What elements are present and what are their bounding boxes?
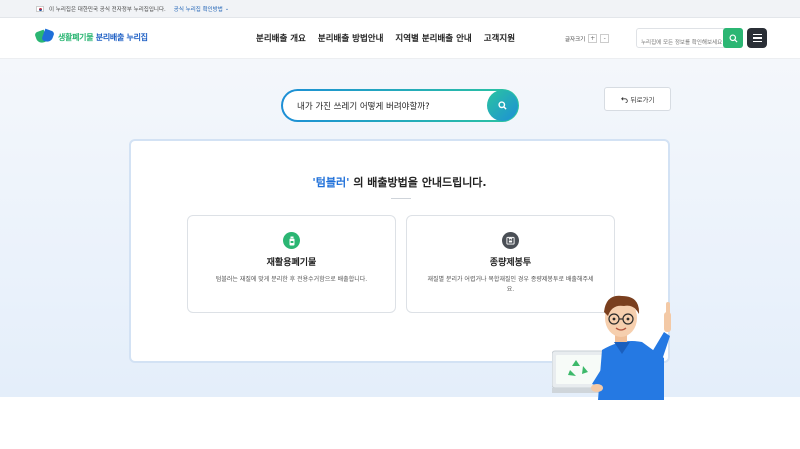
nav-item-method-guide[interactable]: 분리배출 방법안내	[318, 32, 384, 44]
font-size-label: 글자크기	[565, 36, 586, 43]
character-illustration	[552, 295, 671, 400]
back-arrow-icon	[620, 96, 628, 103]
font-size-control: 글자크기 + -	[565, 34, 610, 43]
back-button[interactable]: 뒤로가기	[604, 87, 671, 111]
method-title: 종량제봉투	[489, 258, 532, 268]
site-header: 생활폐기물 분리배출 누리집 분리배출 개요 분리배출 방법안내 지역별 분리배…	[0, 18, 800, 59]
header-search	[636, 28, 743, 52]
result-keyword: '텀블러'	[312, 176, 350, 189]
font-decrease-button[interactable]: -	[600, 34, 610, 43]
back-button-label: 뒤로가기	[630, 96, 655, 104]
method-card-recycle[interactable]: 재활용폐기물 텀블러는 재질에 맞게 분리한 후 전용수거함으로 배출합니다.	[187, 215, 396, 313]
nav-item-overview[interactable]: 분리배출 개요	[256, 32, 306, 44]
header-search-input[interactable]	[637, 34, 723, 52]
chevron-down-icon: ⌄	[224, 5, 230, 12]
result-title: '텀블러' 의 배출방법을 안내드립니다.	[131, 174, 668, 190]
result-title-suffix: 의 배출방법을 안내드립니다.	[349, 176, 487, 189]
korea-flag-icon	[36, 5, 44, 12]
header-search-button[interactable]	[723, 28, 743, 48]
main-search-query: 내가 가진 쓰레기 어떻게 버려야할까?	[297, 101, 430, 112]
recycle-logo-icon	[34, 28, 55, 46]
gov-notice-text: 이 누리집은 대한민국 공식 전자정부 누리집입니다.	[49, 6, 166, 13]
main-search-button[interactable]	[487, 90, 518, 121]
bottle-icon	[283, 232, 300, 249]
search-icon	[728, 33, 738, 43]
font-increase-button[interactable]: +	[588, 34, 598, 43]
gov-verify-link[interactable]: 공식 누리집 확인방법 ⌄	[174, 5, 229, 13]
hamburger-menu-button[interactable]	[747, 28, 767, 48]
search-icon	[498, 101, 507, 110]
title-divider	[391, 198, 411, 199]
gov-verify-label: 공식 누리집 확인방법	[173, 6, 223, 13]
main-search-box: 내가 가진 쓰레기 어떻게 버려야할까?	[281, 89, 519, 122]
method-title: 재활용폐기물	[266, 258, 317, 268]
main-search-input[interactable]: 내가 가진 쓰레기 어떻게 버려야할까?	[283, 90, 518, 121]
site-logo[interactable]: 생활폐기물 분리배출 누리집	[34, 28, 148, 46]
nav-item-regional-guide[interactable]: 지역별 분리배출 안내	[395, 32, 471, 44]
nav-item-support[interactable]: 고객지원	[484, 32, 515, 44]
method-description: 텀블러는 재질에 맞게 분리한 후 전용수거함으로 배출합니다.	[215, 276, 368, 283]
trash-bag-icon	[502, 232, 519, 249]
gov-notice-bar: 이 누리집은 대한민국 공식 전자정부 누리집입니다. 공식 누리집 확인방법 …	[0, 0, 800, 18]
logo-text: 생활폐기물 분리배출 누리집	[58, 32, 148, 42]
main-nav: 분리배출 개요 분리배출 방법안내 지역별 분리배출 안내 고객지원	[256, 32, 515, 44]
